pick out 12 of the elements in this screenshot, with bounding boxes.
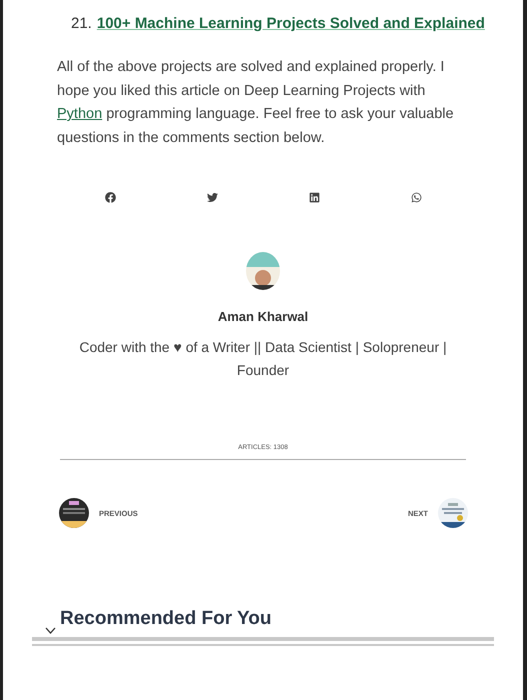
list-number: 21. <box>71 15 92 32</box>
python-link[interactable]: Python <box>57 106 102 122</box>
section-heading: Recommended For You <box>60 608 272 630</box>
author-name: Aman Kharwal <box>218 309 308 324</box>
whatsapp-icon[interactable] <box>411 192 422 203</box>
facebook-icon[interactable] <box>105 192 116 203</box>
linkedin-icon[interactable] <box>309 192 320 203</box>
author-bio: Coder with the ♥ of a Writer || Data Scientist | Solopreneur | Founder <box>78 338 448 380</box>
closing-paragraph: All of the above projects are solved and explained properly. I hope you liked this article on Deep Learning Projects with Python programming language. Feel free to ask your valuable questions in the comments section below. <box>57 58 455 148</box>
twitter-icon[interactable] <box>207 192 218 203</box>
article-link[interactable]: 100+ Machine Learning Projects Solved and Explained <box>96 15 485 32</box>
caret-icon[interactable] <box>45 627 56 634</box>
